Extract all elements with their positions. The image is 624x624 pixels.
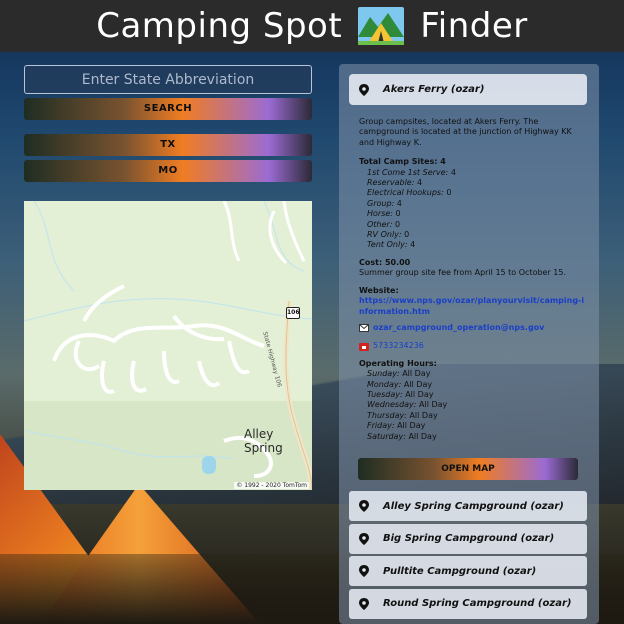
map-pin-icon — [359, 500, 369, 512]
tent-emoji-icon — [358, 7, 405, 45]
hours-row: Friday: All Day — [367, 421, 426, 431]
site-row: RV Only: 0 — [367, 230, 410, 240]
website-link[interactable]: https://www.nps.gov/ozar/planyourvisit/c… — [359, 296, 589, 317]
state-button-mo[interactable]: MO — [24, 160, 312, 182]
hours-row: Monday: All Day — [367, 379, 433, 389]
email-row: ozar_campground_operation@nps.gov — [359, 323, 589, 333]
campground-list-item[interactable]: Round Spring Campground (ozar) — [349, 588, 587, 619]
campground-details: Group campsites, located at Akers Ferry.… — [359, 117, 589, 442]
map-pin-icon — [359, 532, 369, 545]
hours-row: Saturday: All Day — [367, 431, 437, 441]
campground-list-item[interactable]: Alley Spring Campground (ozar) — [349, 491, 587, 521]
site-row: Electrical Hookups: 0 — [367, 188, 452, 198]
selected-campground-name: Akers Ferry (ozar) — [383, 84, 485, 95]
phone-link[interactable]: 5733234236 — [373, 341, 424, 351]
site-row: Other: 0 — [367, 219, 401, 229]
selected-campground-tile[interactable]: Akers Ferry (ozar) — [349, 74, 587, 105]
email-icon — [359, 324, 369, 333]
website-label: Website: — [359, 285, 399, 295]
campground-list: Alley Spring Campground (ozar) Big Sprin… — [349, 491, 587, 621]
state-button-tx[interactable]: TX — [24, 134, 312, 156]
campground-name: Big Spring Campground (ozar) — [383, 533, 555, 544]
hours-label: Operating Hours: — [359, 358, 437, 368]
map-pin-icon — [359, 83, 369, 96]
site-row: Group: 4 — [367, 198, 402, 208]
campground-details-panel: Akers Ferry (ozar) Group campsites, loca… — [339, 64, 599, 624]
campground-description: Group campsites, located at Akers Ferry.… — [359, 117, 572, 147]
campground-list-item[interactable]: Pulltite Campground (ozar) — [349, 556, 587, 586]
map-copyright: © 1992 - 2020 TomTom — [234, 482, 309, 489]
site-row: Tent Only: 4 — [367, 240, 416, 250]
cost-note: Summer group site fee from April 15 to O… — [359, 268, 567, 278]
campground-list-item[interactable]: Big Spring Campground (ozar) — [349, 523, 587, 554]
map-pin-icon — [359, 565, 369, 577]
total-sites-label: Total Camp Sites: 4 — [359, 157, 446, 167]
map-pin-icon — [359, 597, 369, 610]
search-panel: SEARCH TX MO — [24, 65, 312, 182]
title-left: Camping Spot — [96, 6, 343, 46]
site-row: Reservable: 4 — [367, 178, 423, 188]
hours-row: Sunday: All Day — [367, 369, 431, 379]
state-search-input[interactable] — [24, 65, 312, 94]
hours-row: Thursday: All Day — [367, 410, 438, 420]
title-right: Finder — [420, 6, 528, 46]
email-link[interactable]: ozar_campground_operation@nps.gov — [373, 323, 544, 333]
hours-row: Wednesday: All Day — [367, 400, 448, 410]
phone-row: 5733234236 — [359, 341, 589, 351]
phone-icon — [359, 342, 369, 351]
site-row: Horse: 0 — [367, 209, 401, 219]
campground-name: Round Spring Campground (ozar) — [383, 598, 572, 609]
search-button[interactable]: SEARCH — [24, 98, 312, 120]
hours-row: Tuesday: All Day — [367, 389, 434, 399]
highway-shield: 106 — [286, 307, 300, 319]
site-row: 1st Come 1st Serve: 4 — [367, 167, 456, 177]
map-place-label: Alley Spring — [244, 427, 283, 455]
app-header: Camping Spot Finder — [0, 0, 624, 52]
campground-name: Alley Spring Campground (ozar) — [383, 500, 564, 512]
cost-label: Cost: 50.00 — [359, 257, 411, 267]
campground-map[interactable]: 106 State Highway 106 Alley Spring © 199… — [24, 201, 312, 490]
campground-name: Pulltite Campground (ozar) — [383, 565, 537, 577]
open-map-button[interactable]: OPEN MAP — [358, 458, 578, 480]
